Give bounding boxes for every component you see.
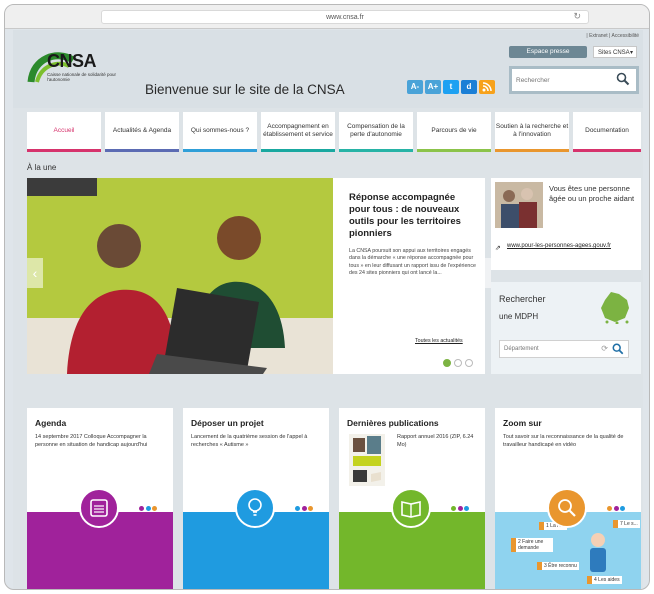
search-icon[interactable] — [616, 72, 630, 86]
carousel-dot-1[interactable] — [443, 359, 451, 367]
card-zoom[interactable]: Zoom sur Tout savoir sur la reconnaissan… — [495, 408, 641, 589]
hero-body: La CNSA poursuit son appui aux territoir… — [349, 248, 476, 277]
france-map-icon — [601, 292, 629, 324]
page: | Extranet | Accessibilité Espace presse… — [13, 30, 643, 589]
nav-accueil[interactable]: Accueil — [27, 112, 101, 152]
lightbulb-icon — [235, 488, 275, 528]
espace-presse-button[interactable]: Espace presse — [509, 46, 587, 58]
rss-icon[interactable] — [479, 80, 495, 94]
cards-row: Agenda 14 septembre 2017 Colloque Accomp… — [27, 408, 641, 589]
search-input[interactable] — [516, 73, 616, 87]
elderly-site-link[interactable]: www.pour-les-personnes-agees.gouv.fr — [507, 242, 633, 251]
font-decrease-button[interactable]: A- — [407, 80, 423, 94]
hero-image[interactable] — [27, 178, 333, 374]
chevron-down-icon: ▾ — [629, 50, 633, 56]
zoom-label: 2 Faire une demande — [511, 538, 553, 552]
logo-subtitle: Caisse nationale de solidarité pour l'au… — [47, 72, 117, 82]
zoom-label: 7 Le s... — [613, 520, 640, 528]
main-nav: Accueil Actualités & Agenda Qui sommes-n… — [27, 112, 641, 154]
calendar-icon — [79, 488, 119, 528]
mdph-search-box: Rechercher une MDPH Département ⟳ — [491, 282, 641, 374]
external-link-icon: ⇗ — [495, 245, 501, 252]
card-agenda-title: Agenda — [35, 418, 67, 428]
card-agenda-text: 14 septembre 2017 Colloque Accompagner l… — [35, 434, 148, 448]
card-publications-title: Dernières publications — [347, 418, 439, 428]
zoom-label: 3 Être reconnu — [537, 562, 579, 570]
nav-parcours[interactable]: Parcours de vie — [417, 112, 491, 152]
nav-accompagnement[interactable]: Accompagnement en établissement et servi… — [261, 112, 335, 152]
mdph-title: Rechercher — [499, 294, 546, 304]
card-dots — [295, 498, 315, 516]
sites-cnsa-dropdown[interactable]: Sites CNSA ▾ — [593, 46, 637, 58]
nav-documentation[interactable]: Documentation — [573, 112, 641, 152]
card-dots — [607, 498, 627, 516]
sidebar: Vous êtes une personne âgée ou un proche… — [491, 178, 641, 374]
card-projet-text: Lancement de la quatrième session de l'a… — [191, 434, 308, 448]
twitter-icon[interactable]: t — [443, 80, 459, 94]
department-search-icon[interactable] — [612, 343, 624, 355]
nav-qui-sommes-nous[interactable]: Qui sommes-nous ? — [183, 112, 257, 152]
top-links[interactable]: | Extranet | Accessibilité — [586, 33, 639, 39]
department-spinner-icon: ⟳ — [601, 344, 608, 353]
carousel-prev-button[interactable]: ‹ — [27, 258, 43, 288]
welcome-title: Bienvenue sur le site de la CNSA — [145, 82, 345, 97]
elderly-box-text[interactable]: Vous êtes une personne âgée ou un proche… — [549, 184, 637, 204]
section-title: À la une — [27, 163, 57, 172]
book-icon — [391, 488, 431, 528]
department-placeholder: Département — [504, 346, 539, 352]
all-news-link[interactable]: Toutes les actualités — [415, 338, 463, 344]
search-box — [509, 66, 639, 94]
site-header: | Extranet | Accessibilité Espace presse… — [13, 30, 643, 108]
hero-title[interactable]: Réponse accompagnée pour tous : de nouve… — [349, 192, 477, 240]
card-projet-title: Déposer un projet — [191, 418, 264, 428]
nav-compensation[interactable]: Compensation de la perte d'autonomie — [339, 112, 413, 152]
magnifier-icon — [547, 488, 587, 528]
browser-toolbar: www.cnsa.fr ↻ — [5, 5, 649, 29]
card-publications-text[interactable]: Rapport annuel 2016 (ZIP, 6.24 Mo) — [397, 434, 477, 449]
carousel-dots — [443, 354, 476, 372]
card-projet[interactable]: Déposer un projet Lancement de la quatri… — [183, 408, 329, 589]
card-dots — [139, 498, 159, 516]
sites-cnsa-label: Sites CNSA — [598, 50, 630, 56]
address-bar[interactable]: www.cnsa.fr — [101, 10, 589, 24]
nav-recherche[interactable]: Soutien à la recherche et à l'innovation — [495, 112, 569, 152]
font-increase-button[interactable]: A+ — [425, 80, 441, 94]
browser-window: www.cnsa.fr ↻ | Extranet | Accessibilité… — [4, 4, 650, 590]
department-field[interactable]: Département ⟳ — [499, 340, 629, 358]
card-agenda[interactable]: Agenda 14 septembre 2017 Colloque Accomp… — [27, 408, 173, 589]
card-dots — [451, 498, 471, 516]
carousel-dot-3[interactable] — [465, 359, 473, 367]
hero-text: Réponse accompagnée pour tous : de nouve… — [349, 192, 477, 278]
person-illustration-icon — [590, 533, 606, 572]
seniors-photo-icon — [495, 182, 543, 228]
carousel-next-button[interactable]: › — [475, 258, 491, 288]
report-cover-icon — [349, 434, 385, 486]
elderly-box: Vous êtes une personne âgée ou un proche… — [491, 178, 641, 270]
nav-actualites[interactable]: Actualités & Agenda — [105, 112, 179, 152]
logo-text: CNSA — [47, 51, 97, 71]
hero-carousel: ‹ › Réponse accompagnée pour tous : de n… — [27, 178, 491, 374]
dailymotion-icon[interactable]: d — [461, 80, 477, 94]
card-zoom-title: Zoom sur — [503, 418, 542, 428]
carousel-dot-2[interactable] — [454, 359, 462, 367]
card-zoom-text: Tout savoir sur la reconnaissance de la … — [503, 434, 624, 448]
reload-icon[interactable]: ↻ — [573, 11, 581, 22]
mdph-subtitle: une MDPH — [499, 312, 539, 321]
card-publications[interactable]: Dernières publications Rapport annuel 20… — [339, 408, 485, 589]
